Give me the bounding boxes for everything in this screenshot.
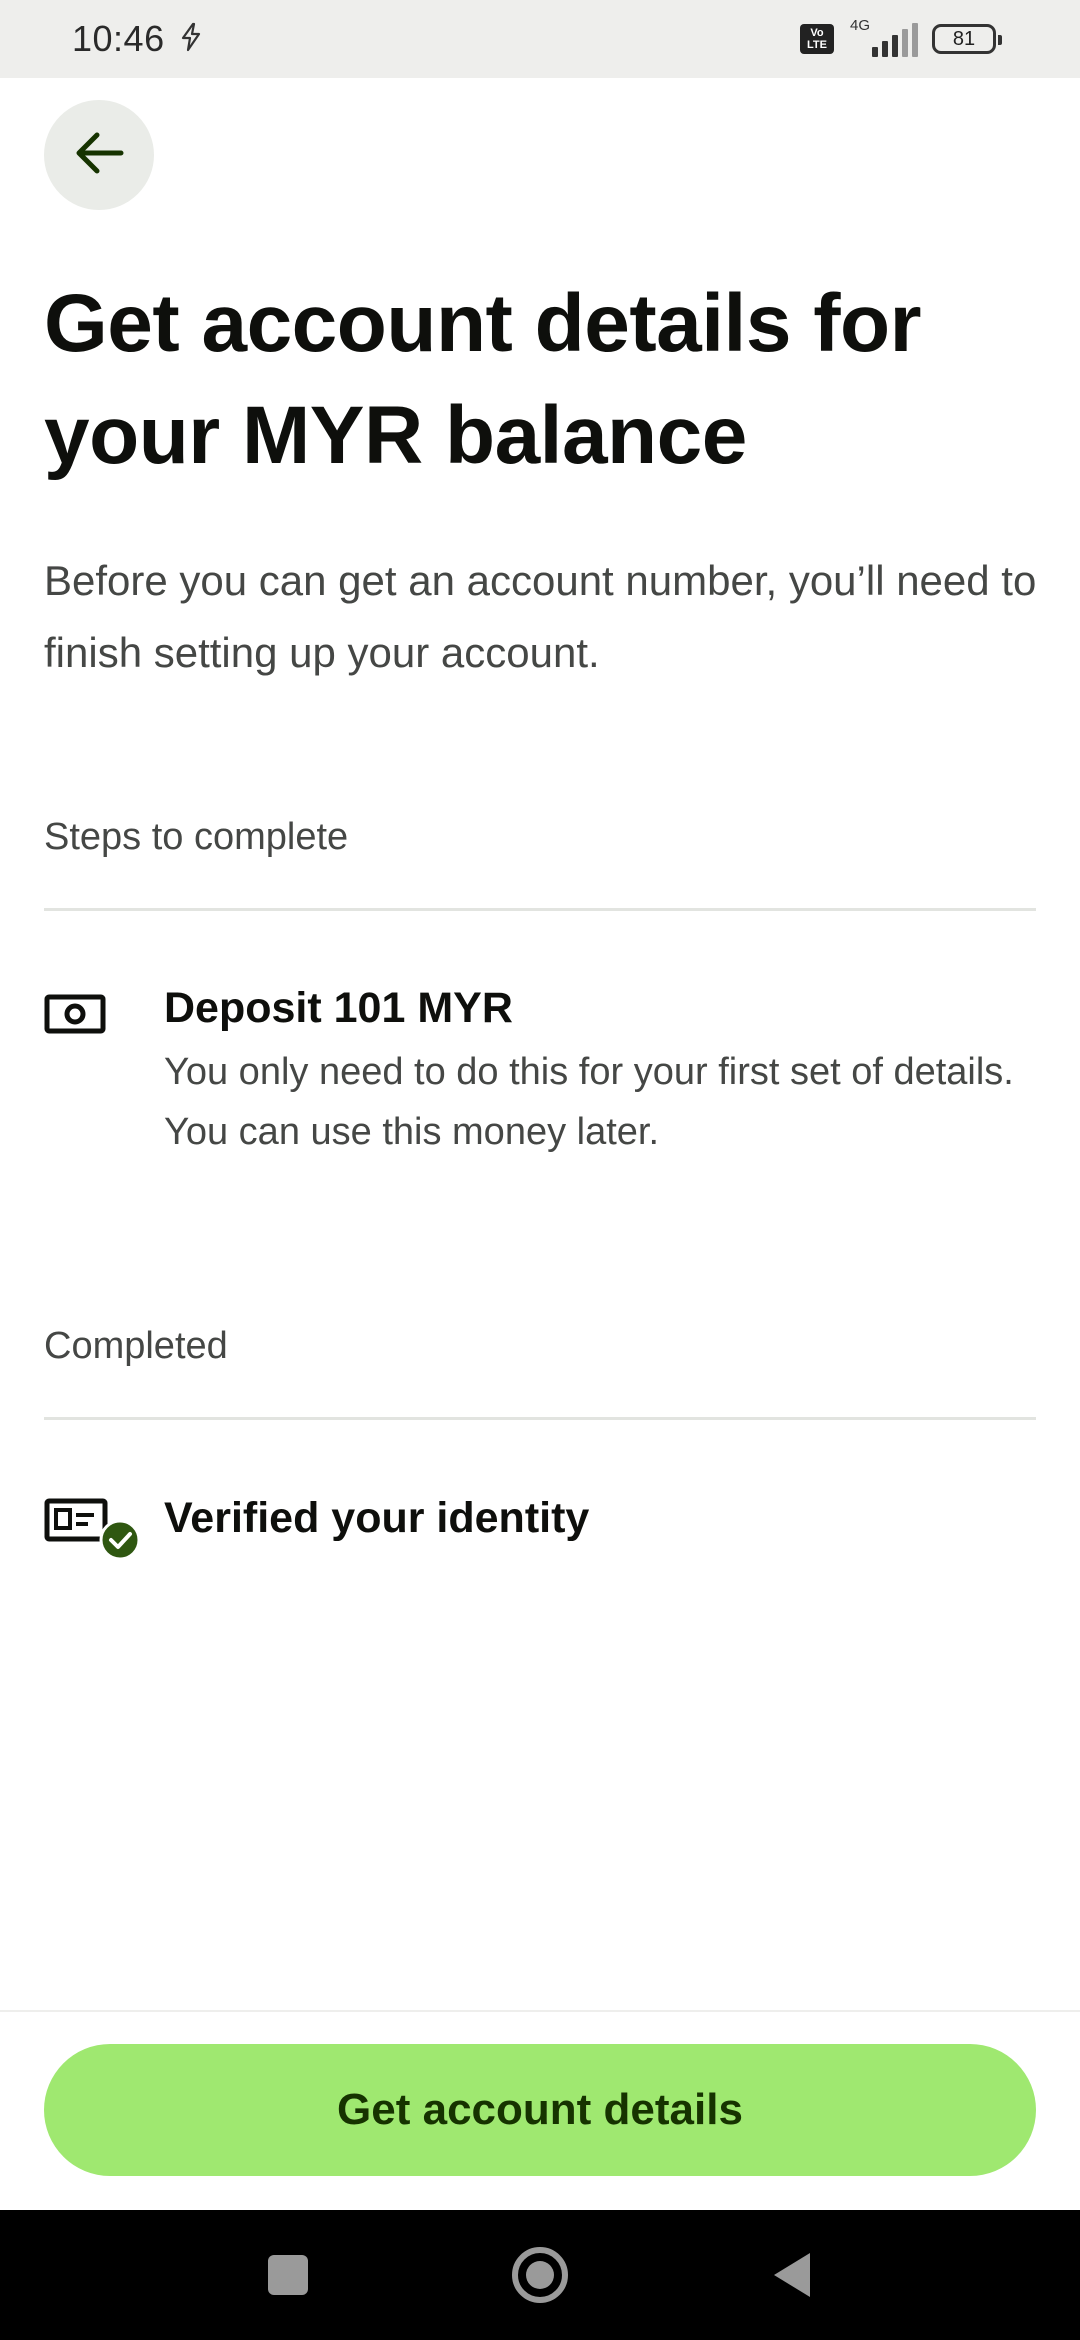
- status-left: 10:46: [72, 18, 205, 60]
- volte-icon: Vo LTE: [800, 24, 834, 54]
- volte-bottom: LTE: [807, 39, 827, 51]
- back-nav-button[interactable]: [770, 2250, 814, 2300]
- step-deposit[interactable]: Deposit 101 MYR You only need to do this…: [44, 980, 1036, 1162]
- page-description: Before you can get an account number, yo…: [44, 557, 1037, 676]
- navigation-bar: [0, 2210, 1080, 2340]
- screen: 10:46 Vo LTE 4G 81 Get account details f…: [0, 0, 1080, 2340]
- page-title: Get account details for your MYR balance: [44, 278, 922, 481]
- arrow-left-icon: [73, 129, 125, 182]
- cash-icon: [44, 980, 120, 1039]
- status-right: Vo LTE 4G 81: [800, 17, 1002, 57]
- step-deposit-title: Deposit 101 MYR: [164, 984, 513, 1032]
- steps-divider: [44, 908, 1036, 911]
- step-deposit-text: Deposit 101 MYR You only need to do this…: [164, 980, 1024, 1162]
- signal-icon: 4G: [848, 17, 918, 57]
- completed-divider: [44, 1417, 1036, 1420]
- charging-icon: [177, 22, 205, 57]
- volte-top: Vo: [810, 27, 824, 39]
- home-button[interactable]: [510, 2245, 570, 2305]
- status-bar: 10:46 Vo LTE 4G 81: [0, 0, 1080, 78]
- step-verified-identity: Verified your identity: [44, 1490, 1036, 1565]
- step-verified-title: Verified your identity: [164, 1494, 590, 1542]
- get-account-details-button[interactable]: Get account details: [44, 2044, 1036, 2176]
- step-deposit-description: You only need to do this for your first …: [164, 1051, 1014, 1153]
- battery-icon: 81: [932, 24, 1002, 54]
- network-type: 4G: [850, 17, 871, 34]
- battery-level: 81: [952, 27, 976, 50]
- id-card-verified-icon: [44, 1490, 141, 1565]
- step-verified-text: Verified your identity: [164, 1490, 589, 1546]
- recent-apps-button[interactable]: [266, 2253, 310, 2297]
- status-time: 10:46: [72, 18, 165, 59]
- completed-section-label: Completed: [44, 1325, 228, 1367]
- footer-divider: [0, 2010, 1080, 2012]
- back-button[interactable]: [44, 100, 154, 210]
- steps-section-label: Steps to complete: [44, 816, 349, 858]
